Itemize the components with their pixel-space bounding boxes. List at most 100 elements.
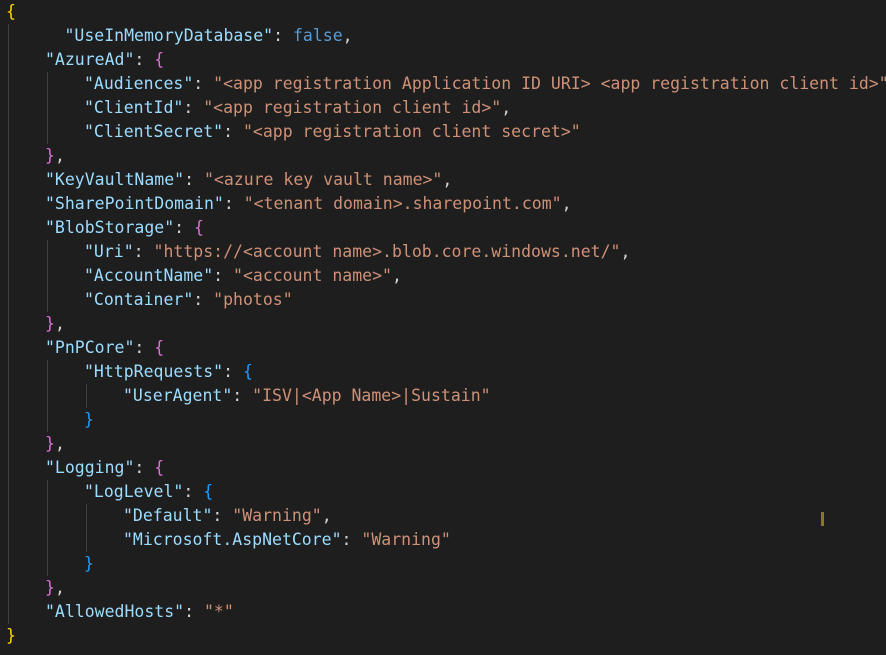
code-line[interactable]: "Container": "photos" (84, 288, 293, 312)
code-token-key: "Audiences" (84, 74, 194, 93)
code-token-b3: { (242, 362, 253, 381)
code-token-key: "ClientId" (84, 98, 184, 117)
code-token-b2: { (154, 338, 165, 357)
code-token-punc: , (442, 170, 453, 189)
indent-guide (47, 72, 48, 144)
indent-guide (47, 240, 48, 312)
text-cursor (821, 512, 824, 526)
code-line[interactable]: }, (45, 576, 65, 600)
code-token-b2: } (45, 146, 55, 165)
code-token-punc: , (561, 194, 572, 213)
code-token-str: "https://<account name>.blob.core.window… (153, 242, 621, 261)
code-line[interactable]: "Microsoft.AspNetCore": "Warning" (123, 528, 451, 552)
code-token-b2: } (45, 434, 55, 453)
code-token-str: "ISV|<App Name>|Sustain" (252, 386, 491, 405)
code-line[interactable]: "UseInMemoryDatabase": false, (65, 24, 353, 48)
code-token-b3: } (84, 554, 94, 573)
code-token-b2: } (45, 314, 55, 333)
code-token-punc: , (501, 98, 512, 117)
code-token-punc: , (54, 146, 65, 165)
code-token-b3: { (203, 482, 214, 501)
code-token-punc: : (213, 266, 234, 285)
code-line[interactable]: }, (45, 312, 65, 336)
code-line[interactable]: } (84, 552, 94, 576)
code-token-b1: } (6, 626, 16, 645)
code-token-punc: : (184, 602, 204, 621)
code-line[interactable]: }, (45, 432, 65, 456)
code-token-str: "<app registration Application ID URI> <… (213, 74, 886, 93)
code-token-punc: , (342, 26, 353, 45)
code-token-key: "KeyVaultName" (45, 170, 185, 189)
indent-guide (47, 360, 48, 432)
code-token-b2: { (194, 218, 204, 237)
code-token-key: "Microsoft.AspNetCore" (123, 530, 342, 549)
code-token-punc: : (183, 98, 204, 117)
code-token-punc: : (134, 50, 155, 69)
code-line[interactable]: "PnPCore": { (45, 336, 164, 360)
code-token-str: "<app registration client secret>" (242, 122, 581, 141)
code-token-key: "SharePointDomain" (45, 194, 224, 213)
code-token-punc: : (232, 386, 253, 405)
code-line[interactable]: "Audiences": "<app registration Applicat… (84, 72, 886, 96)
code-line[interactable]: "LogLevel": { (84, 480, 213, 504)
code-editor[interactable]: {"UseInMemoryDatabase": false, "AzureAd":… (0, 0, 886, 655)
code-line[interactable]: "Logging": { (45, 456, 164, 480)
code-token-bool: false (293, 26, 343, 45)
code-token-str: "<app registration client id>" (203, 98, 502, 117)
code-token-b2: { (154, 50, 165, 69)
indent-guide (86, 504, 87, 552)
code-token-key: "PnPCore" (45, 338, 135, 357)
code-token-punc: : (193, 290, 214, 309)
code-token-key: "Logging" (45, 458, 135, 477)
code-token-punc: , (321, 506, 332, 525)
code-token-str: "Warning" (361, 530, 451, 549)
code-token-str: "<tenant domain>.sharepoint.com" (243, 194, 562, 213)
code-token-punc: : (341, 530, 362, 549)
code-line[interactable]: "ClientId": "<app registration client id… (84, 96, 511, 120)
code-line[interactable]: "ClientSecret": "<app registration clien… (84, 120, 581, 144)
code-token-punc: : (212, 506, 233, 525)
code-token-punc: : (223, 122, 243, 141)
code-token-punc: : (183, 482, 204, 501)
code-line[interactable]: "AzureAd": { (45, 48, 164, 72)
code-token-punc: : (174, 218, 195, 237)
code-line[interactable]: }, (45, 144, 65, 168)
code-line[interactable]: "AllowedHosts": "*" (45, 600, 234, 624)
code-token-str: "photos" (213, 290, 293, 309)
code-token-b3: } (84, 410, 94, 429)
code-token-punc: , (54, 578, 65, 597)
code-token-b2: { (154, 458, 165, 477)
code-line[interactable]: "SharePointDomain": "<tenant domain>.sha… (45, 192, 572, 216)
code-token-str: "<azure key vault name>" (203, 170, 443, 189)
code-token-str: "*" (203, 602, 234, 621)
indent-guide (47, 480, 48, 576)
code-token-punc: , (620, 242, 631, 261)
code-token-punc: , (391, 266, 402, 285)
code-token-key: "AllowedHosts" (45, 602, 185, 621)
code-token-key: "AzureAd" (45, 50, 135, 69)
code-token-punc: : (193, 74, 214, 93)
code-line[interactable]: } (6, 624, 16, 648)
code-token-punc: : (223, 362, 243, 381)
code-line[interactable]: "Uri": "https://<account name>.blob.core… (84, 240, 630, 264)
code-token-punc: : (133, 242, 154, 261)
code-token-punc: : (184, 170, 204, 189)
code-line[interactable]: } (84, 408, 94, 432)
code-line[interactable]: "AccountName": "<account name>", (84, 264, 402, 288)
code-token-key: "BlobStorage" (45, 218, 175, 237)
code-line[interactable]: "BlobStorage": { (45, 216, 204, 240)
code-token-punc: : (134, 338, 155, 357)
code-token-key: "AccountName" (84, 266, 214, 285)
code-token-str: "Warning" (232, 506, 322, 525)
indent-guide (86, 384, 87, 408)
code-token-key: "UserAgent" (123, 386, 233, 405)
code-line[interactable]: "KeyVaultName": "<azure key vault name>"… (45, 168, 452, 192)
code-token-key: "Default" (123, 506, 213, 525)
code-token-punc: : (134, 458, 155, 477)
code-line[interactable]: "Default": "Warning", (123, 504, 332, 528)
code-line[interactable]: "UserAgent": "ISV|<App Name>|Sustain" (123, 384, 491, 408)
code-line[interactable]: "HttpRequests": { (84, 360, 253, 384)
code-token-str: "<account name>" (233, 266, 392, 285)
code-line[interactable]: { (6, 0, 16, 24)
code-token-b1: { (6, 2, 16, 21)
